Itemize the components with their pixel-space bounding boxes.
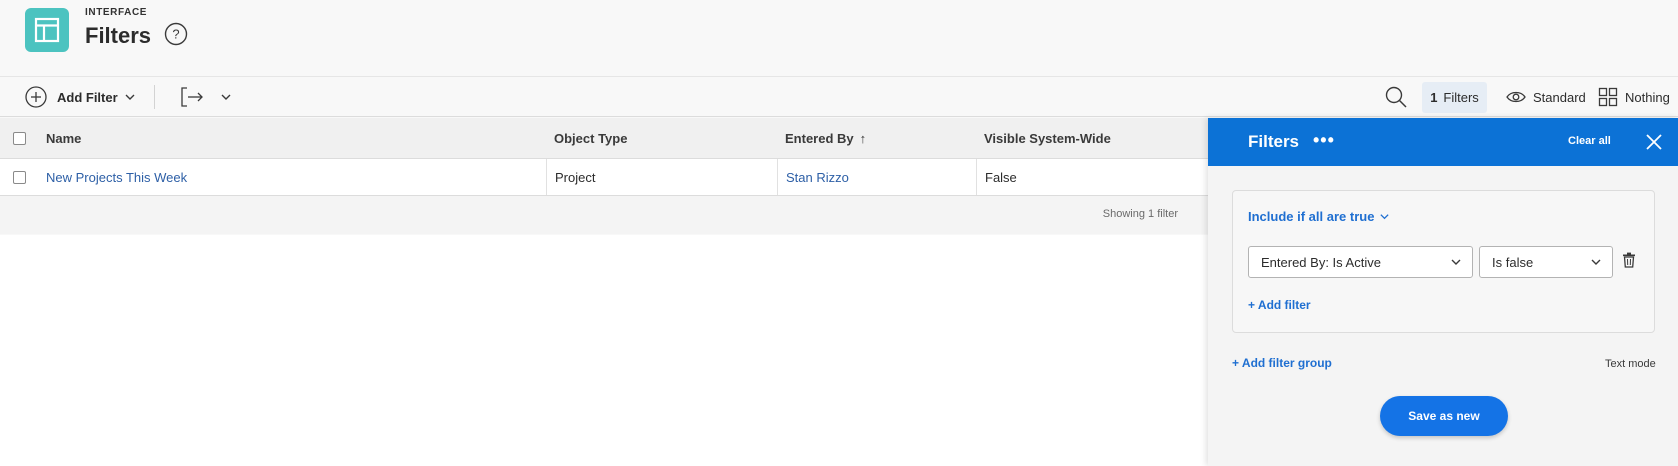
row-select-cell	[0, 159, 38, 195]
sort-ascending-icon: ↑	[859, 130, 867, 146]
page-title: Filters	[85, 23, 152, 48]
page-header: INTERFACE Filters ?	[0, 0, 1678, 77]
add-filter-label: Add Filter	[57, 89, 118, 105]
chevron-down-icon	[1451, 259, 1461, 265]
filters-toggle-button[interactable]: 1 Filters	[1422, 82, 1487, 113]
layout-icon	[25, 8, 69, 52]
group-rule-label: Include if all are true	[1248, 209, 1375, 224]
chevron-down-icon	[221, 94, 231, 100]
select-all-cell	[0, 118, 38, 158]
text-mode-link[interactable]: Text mode	[1605, 358, 1656, 370]
filter-panel-header: Filters ••• Clear all	[1208, 118, 1678, 166]
page-overline: INTERFACE	[85, 7, 148, 18]
toolbar: Add Filter 1 Filters Standard Nothing	[0, 77, 1678, 117]
help-glyph: ?	[172, 27, 179, 42]
table-empty-area	[0, 235, 1208, 466]
filter-name-link[interactable]: New Projects This Week	[46, 170, 187, 185]
row-checkbox[interactable]	[12, 170, 26, 184]
eye-icon	[1506, 91, 1526, 103]
view-label: Standard	[1533, 89, 1586, 105]
chevron-down-icon	[1380, 214, 1390, 220]
export-button[interactable]	[180, 85, 232, 109]
filter-operator-select[interactable]: Is false	[1479, 246, 1613, 278]
close-icon[interactable]	[1644, 132, 1664, 152]
clear-all-button[interactable]: Clear all	[1568, 135, 1611, 147]
add-circle-icon	[25, 86, 47, 108]
table-row[interactable]: New Projects This Week Project Stan Rizz…	[0, 159, 1208, 196]
filters-count: 1	[1430, 90, 1438, 105]
trash-icon[interactable]	[1622, 252, 1638, 268]
cell-object-type: Project	[546, 159, 777, 195]
chevron-down-icon	[1591, 259, 1601, 265]
more-icon[interactable]: •••	[1313, 130, 1335, 151]
view-selector[interactable]: Standard	[1506, 85, 1586, 109]
chevron-down-icon	[125, 94, 135, 100]
export-icon	[181, 87, 203, 107]
table-header: Name Object Type Entered By ↑ Visible Sy…	[0, 118, 1208, 159]
filters-table: Name Object Type Entered By ↑ Visible Sy…	[0, 118, 1208, 234]
save-as-new-button[interactable]: Save as new	[1380, 396, 1508, 436]
add-filter-group-link[interactable]: + Add filter group	[1232, 356, 1332, 370]
filter-panel-title: Filters	[1248, 132, 1300, 151]
toolbar-divider	[154, 85, 155, 109]
filter-operator-value: Is false	[1492, 254, 1534, 270]
add-filter-link[interactable]: + Add filter	[1248, 298, 1311, 312]
search-icon[interactable]	[1384, 85, 1408, 109]
table-summary: Showing 1 filter	[0, 196, 1208, 234]
cell-name: New Projects This Week	[38, 159, 546, 195]
grouping-label: Nothing	[1625, 89, 1670, 105]
column-header-entered-by[interactable]: Entered By ↑	[777, 118, 976, 158]
column-header-object-type[interactable]: Object Type	[546, 118, 777, 158]
grouping-selector[interactable]: Nothing	[1598, 85, 1670, 109]
showing-count: Showing 1 filter	[1102, 208, 1178, 220]
column-header-visible-system-wide[interactable]: Visible System-Wide	[976, 118, 1208, 158]
filter-panel: Filters ••• Clear all Include if all are…	[1208, 118, 1678, 466]
filter-field-value: Entered By: Is Active	[1261, 254, 1381, 270]
cell-entered-by: Stan Rizzo	[777, 159, 976, 195]
grid-icon	[1598, 87, 1618, 107]
help-icon[interactable]: ?	[164, 22, 188, 46]
cell-visible-system-wide: False	[976, 159, 1208, 195]
group-rule-dropdown[interactable]: Include if all are true	[1248, 209, 1390, 224]
select-all-checkbox[interactable]	[12, 131, 26, 145]
filters-toggle-label: Filters	[1443, 90, 1479, 105]
entered-by-link[interactable]: Stan Rizzo	[786, 170, 849, 185]
column-header-name[interactable]: Name	[38, 118, 546, 158]
filter-field-select[interactable]: Entered By: Is Active	[1248, 246, 1473, 278]
add-filter-button[interactable]: Add Filter	[25, 84, 136, 110]
